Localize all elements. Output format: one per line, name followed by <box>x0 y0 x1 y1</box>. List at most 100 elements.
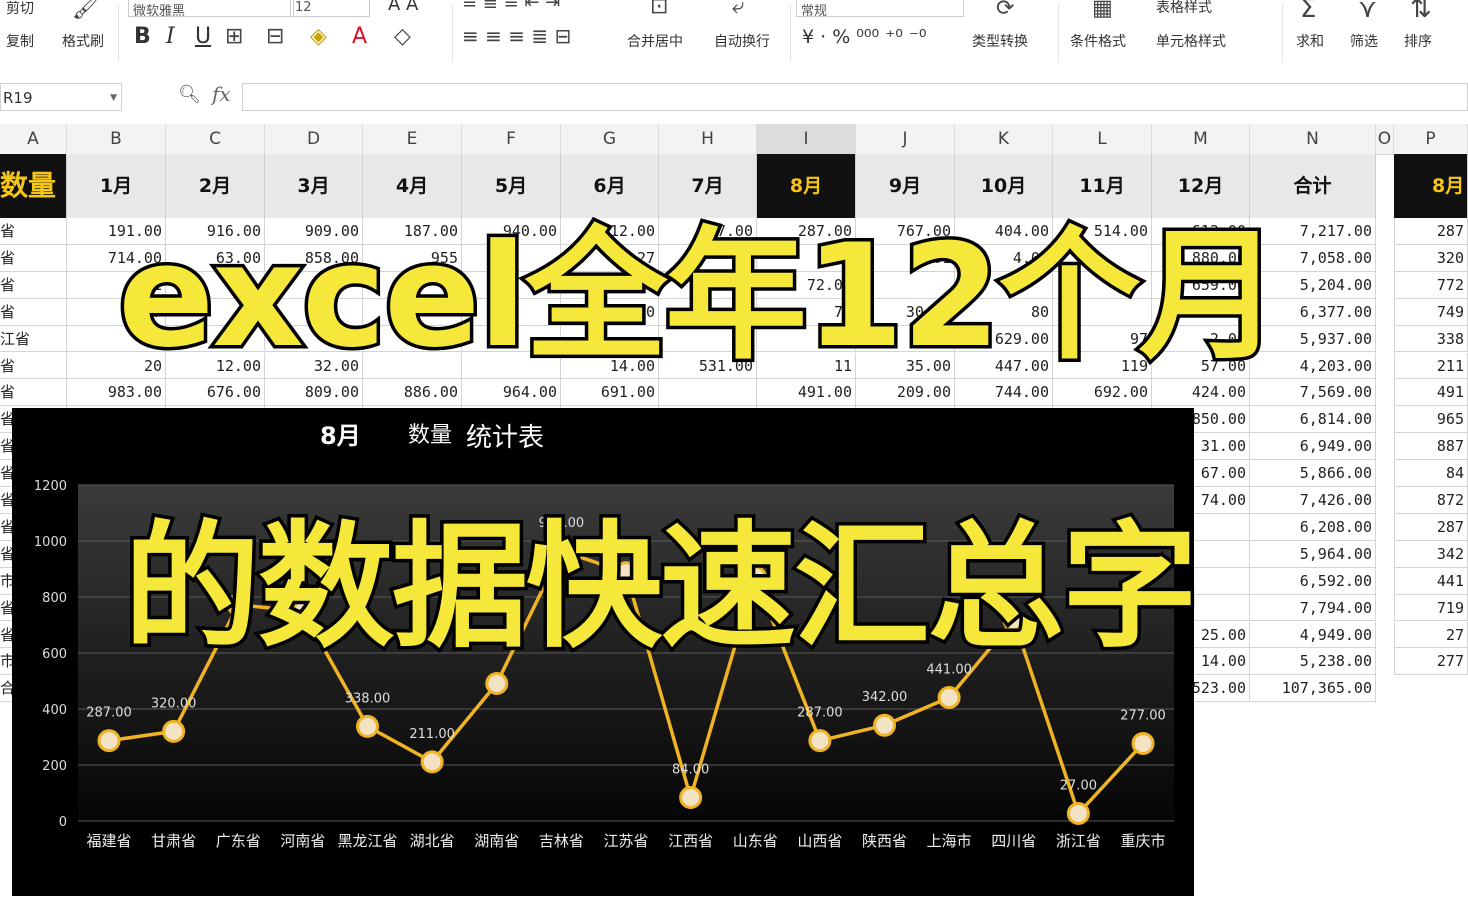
table-cell[interactable]: 744.00 <box>955 379 1053 407</box>
table-cell[interactable]: 676.00 <box>166 379 265 407</box>
data-point[interactable] <box>1066 801 1090 825</box>
merge-center-icon[interactable]: ⊡ <box>650 0 668 19</box>
column-header-b[interactable]: B <box>67 124 166 154</box>
column-header-n[interactable]: N <box>1250 124 1376 154</box>
column-header-d[interactable]: D <box>265 124 363 154</box>
side-cell[interactable]: 441 <box>1394 567 1468 595</box>
total-cell[interactable]: 6,592.00 <box>1250 567 1376 595</box>
font-name-select[interactable]: 微软雅黑 <box>128 0 294 19</box>
table-header-month[interactable]: 9月 <box>856 154 955 218</box>
side-cell[interactable]: 965 <box>1394 406 1468 434</box>
wrap-text-icon[interactable]: ⤶ <box>732 0 744 19</box>
filter-button[interactable]: 筛选 <box>1350 31 1378 51</box>
column-header-h[interactable]: H <box>659 124 757 154</box>
row-label[interactable]: 省 <box>0 218 67 245</box>
underline-button[interactable]: U <box>195 24 211 49</box>
side-cell[interactable]: 338 <box>1394 325 1468 353</box>
total-cell[interactable]: 4,949.00 <box>1250 621 1376 649</box>
shading-icon[interactable]: ⊟ <box>266 24 284 49</box>
table-header-month[interactable]: 1月 <box>67 154 166 218</box>
border-icon[interactable]: ⊞ <box>225 24 243 49</box>
grow-font-icon[interactable]: A A <box>388 0 418 15</box>
table-header-month[interactable]: 6月 <box>561 154 659 218</box>
total-cell[interactable]: 7,794.00 <box>1250 594 1376 622</box>
table-header-month[interactable]: 8月 <box>757 154 856 218</box>
data-point[interactable] <box>162 719 186 743</box>
side-cell[interactable]: 211 <box>1394 352 1468 380</box>
side-cell[interactable]: 749 <box>1394 298 1468 326</box>
table-cell[interactable]: 209.00 <box>856 379 955 407</box>
table-cell[interactable]: 809.00 <box>265 379 363 407</box>
side-cell[interactable]: 772 <box>1394 271 1468 299</box>
align-top-icon[interactable]: ≡ ≣ ≡ ⇤ ⇥ <box>462 0 560 13</box>
table-style-button[interactable]: 表格样式 <box>1156 0 1212 17</box>
table-header-month[interactable]: 5月 <box>462 154 561 218</box>
row-label[interactable]: 省 <box>0 298 67 326</box>
data-point[interactable] <box>356 714 379 738</box>
data-point[interactable] <box>420 750 444 774</box>
align-left-icon[interactable]: ≡ ≡ ≡ ≣ ⊟ <box>462 24 571 48</box>
table-header-total[interactable]: 合计 <box>1250 154 1376 218</box>
format-painter-icon[interactable]: 🖌 <box>72 0 100 21</box>
total-cell[interactable]: 6,949.00 <box>1250 433 1376 461</box>
total-cell[interactable]: 5,866.00 <box>1250 460 1376 487</box>
table-cell[interactable]: 491.00 <box>757 379 856 407</box>
table-header-month[interactable]: 4月 <box>363 154 462 218</box>
row-label[interactable]: 江省 <box>0 325 67 353</box>
total-cell[interactable]: 107,365.00 <box>1250 675 1376 703</box>
side-header-month[interactable]: 8月 <box>1394 154 1468 218</box>
currency-icon[interactable]: ¥ · % ⁰⁰⁰ ⁺⁰ ⁻⁰ <box>802 26 927 48</box>
side-cell[interactable]: 342 <box>1394 540 1468 568</box>
table-header-month[interactable]: 2月 <box>166 154 265 218</box>
table-header-month[interactable]: 12月 <box>1152 154 1250 218</box>
total-cell[interactable]: 5,964.00 <box>1250 540 1376 568</box>
side-cell[interactable]: 287 <box>1394 513 1468 541</box>
data-point[interactable] <box>97 729 121 753</box>
row-label[interactable]: 省 <box>0 352 67 380</box>
row-label[interactable]: 省 <box>0 379 67 407</box>
total-cell[interactable]: 6,814.00 <box>1250 406 1376 434</box>
row-label[interactable]: 省 <box>0 244 67 272</box>
column-header-p[interactable]: P <box>1394 124 1468 154</box>
fx-icon[interactable]: fx <box>212 82 231 106</box>
side-cell[interactable]: 277 <box>1394 648 1468 676</box>
italic-button[interactable]: I <box>166 24 175 49</box>
data-point[interactable] <box>679 785 703 809</box>
side-cell[interactable]: 320 <box>1394 244 1468 272</box>
conditional-format-button[interactable]: 条件格式 <box>1070 31 1126 51</box>
eraser-icon[interactable]: ◇ <box>394 24 411 49</box>
column-header-i[interactable]: I <box>757 124 856 154</box>
sort-button[interactable]: 排序 <box>1404 31 1432 51</box>
sum-icon[interactable]: Σ <box>1300 0 1316 24</box>
row-label[interactable]: 省 <box>0 271 67 299</box>
side-cell[interactable]: 491 <box>1394 379 1468 407</box>
filter-icon[interactable]: ⋎ <box>1358 0 1377 24</box>
data-point[interactable] <box>873 713 896 737</box>
bold-button[interactable]: B <box>134 24 151 49</box>
number-format-select[interactable]: 常规 <box>796 0 964 19</box>
column-header-k[interactable]: K <box>955 124 1053 154</box>
formula-input[interactable] <box>242 83 1468 111</box>
table-cell[interactable]: 964.00 <box>462 379 561 407</box>
table-cell[interactable]: 424.00 <box>1152 379 1250 407</box>
table-cell[interactable]: 691.00 <box>561 379 659 407</box>
total-cell[interactable]: 7,426.00 <box>1250 487 1376 514</box>
sort-icon[interactable]: ⇅ <box>1410 0 1432 24</box>
side-cell[interactable]: 84 <box>1394 460 1468 487</box>
column-header-a[interactable]: A <box>0 124 67 154</box>
table-header-month[interactable]: 11月 <box>1053 154 1152 218</box>
copy-button[interactable]: 复制 <box>6 31 34 51</box>
column-header-g[interactable]: G <box>561 124 659 154</box>
cut-button[interactable]: 剪切 <box>6 0 34 18</box>
total-cell[interactable]: 6,208.00 <box>1250 513 1376 541</box>
table-cell[interactable]: 983.00 <box>67 379 166 407</box>
table-cell[interactable]: 692.00 <box>1053 379 1152 407</box>
data-point[interactable] <box>1131 731 1155 755</box>
table-header-month[interactable]: 10月 <box>955 154 1053 218</box>
column-header-o[interactable]: O <box>1376 124 1394 154</box>
table-header-month[interactable]: 3月 <box>265 154 363 218</box>
chevron-down-icon[interactable]: ▼ <box>110 84 117 112</box>
type-convert-icon[interactable]: ⟳ <box>996 0 1014 21</box>
side-cell[interactable]: 287 <box>1394 218 1468 245</box>
column-header-f[interactable]: F <box>462 124 561 154</box>
